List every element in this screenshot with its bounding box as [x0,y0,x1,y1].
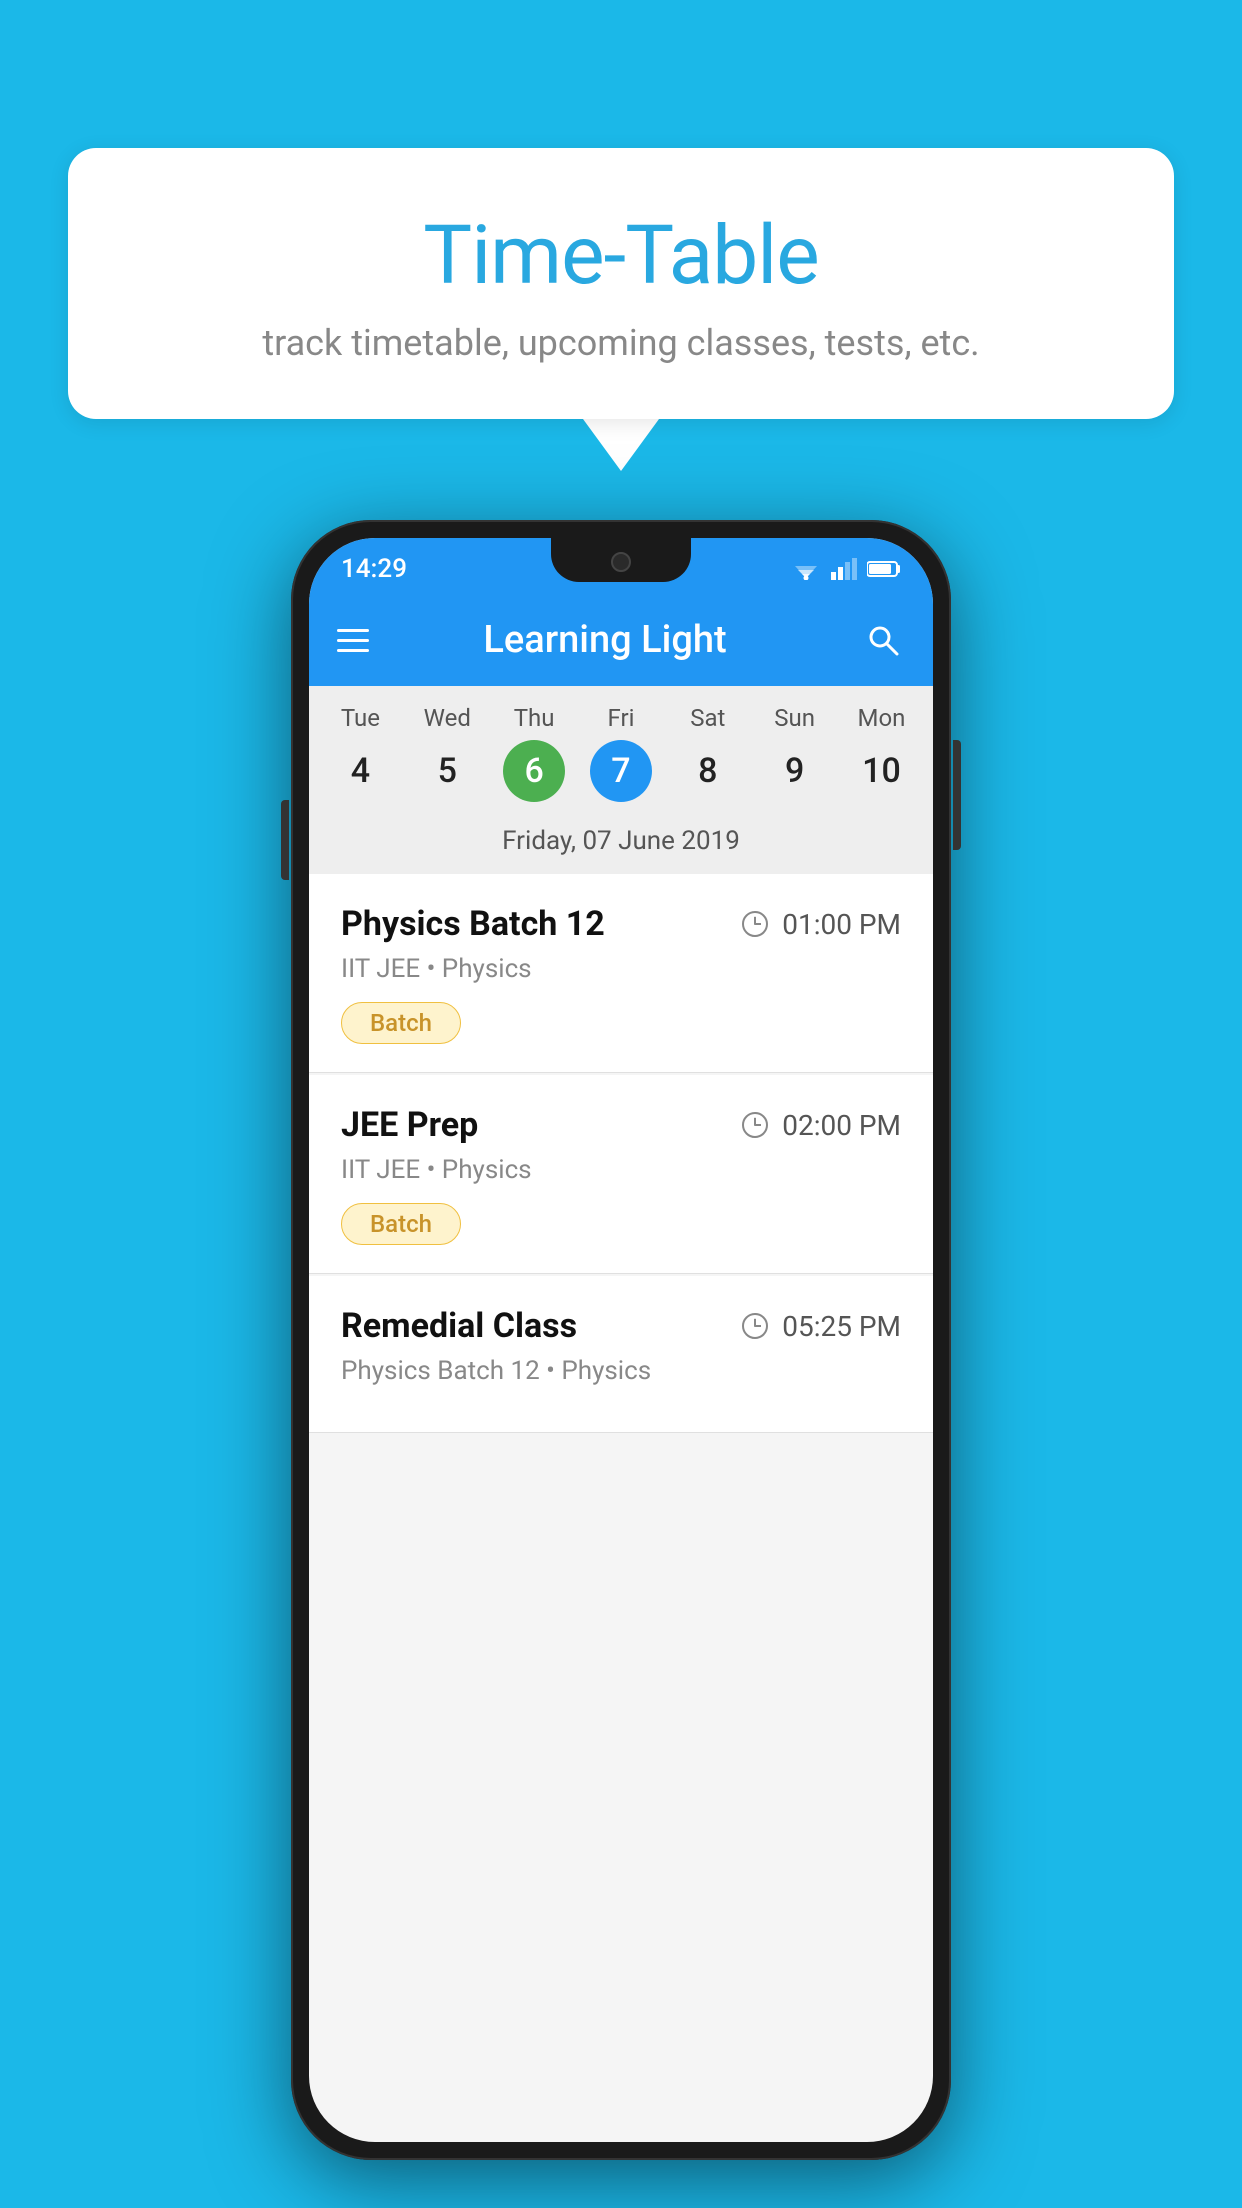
schedule-item-title: Remedial Class [341,1306,577,1346]
phone-notch [551,538,691,582]
speech-bubble-subtitle: track timetable, upcoming classes, tests… [108,322,1134,364]
calendar-day-col[interactable]: Thu 6 [494,704,574,802]
calendar-day-col[interactable]: Fri 7 [581,704,661,802]
schedule-item-title: JEE Prep [341,1105,478,1145]
phone-mockup: 14:29 [291,520,951,2160]
speech-bubble-arrow [583,419,659,471]
calendar-day-col[interactable]: Mon 10 [841,704,921,802]
day-label: Fri [607,704,634,732]
clock-icon [742,1112,768,1138]
signal-icon [831,558,857,580]
calendar-day-col[interactable]: Sun 9 [755,704,835,802]
app-bar: Learning Light [309,594,933,686]
speech-bubble-section: Time-Table track timetable, upcoming cla… [68,148,1174,471]
day-number[interactable]: 7 [590,740,652,802]
day-label: Sat [690,704,725,732]
calendar-day-col[interactable]: Wed 5 [407,704,487,802]
status-icons [791,558,901,580]
phone-screen: 14:29 [309,538,933,2142]
day-label: Tue [341,704,380,732]
schedule-item-title: Physics Batch 12 [341,904,605,944]
search-icon [865,622,901,658]
menu-button[interactable] [337,629,369,652]
day-label: Wed [424,704,471,732]
schedule-item-header: Physics Batch 12 01:00 PM [341,904,901,944]
calendar-date-label: Friday, 07 June 2019 [309,814,933,874]
day-label: Mon [858,704,906,732]
schedule-item[interactable]: JEE Prep 02:00 PM IIT JEE • Physics Batch [309,1075,933,1274]
time-text: 01:00 PM [782,908,901,941]
speech-bubble-card: Time-Table track timetable, upcoming cla… [68,148,1174,419]
day-number[interactable]: 10 [850,740,912,802]
schedule-item-subtitle: Physics Batch 12 • Physics [341,1356,901,1386]
hamburger-line-3 [337,649,369,652]
day-label: Thu [514,704,555,732]
clock-icon [742,1313,768,1339]
schedule-item-time: 01:00 PM [742,908,901,941]
schedule-item[interactable]: Remedial Class 05:25 PM Physics Batch 12 •… [309,1276,933,1433]
hamburger-line-1 [337,629,369,632]
time-text: 05:25 PM [782,1310,901,1343]
clock-icon [742,911,768,937]
phone-outer-frame: 14:29 [291,520,951,2160]
day-label: Sun [774,704,815,732]
day-number[interactable]: 4 [329,740,391,802]
schedule-item[interactable]: Physics Batch 12 01:00 PM IIT JEE • Physic… [309,874,933,1073]
schedule-list: Physics Batch 12 01:00 PM IIT JEE • Physic… [309,874,933,1435]
speech-bubble-title: Time-Table [108,208,1134,304]
calendar-day-col[interactable]: Tue 4 [320,704,400,802]
calendar-day-col[interactable]: Sat 8 [668,704,748,802]
day-number[interactable]: 8 [677,740,739,802]
batch-tag: Batch [341,1203,461,1245]
schedule-item-time: 02:00 PM [742,1109,901,1142]
front-camera [611,552,631,572]
app-bar-title: Learning Light [373,618,837,662]
time-text: 02:00 PM [782,1109,901,1142]
wifi-icon [791,558,821,580]
day-number[interactable]: 9 [764,740,826,802]
schedule-item-header: JEE Prep 02:00 PM [341,1105,901,1145]
schedule-item-subtitle: IIT JEE • Physics [341,954,901,984]
schedule-item-header: Remedial Class 05:25 PM [341,1306,901,1346]
search-button[interactable] [861,618,905,662]
calendar-strip: Tue 4 Wed 5 Thu 6 Fri 7 Sat 8 Sun 9 Mon 10 Friday, 07… [309,686,933,874]
day-number[interactable]: 5 [416,740,478,802]
battery-icon [867,560,901,578]
schedule-item-time: 05:25 PM [742,1310,901,1343]
calendar-days-row: Tue 4 Wed 5 Thu 6 Fri 7 Sat 8 Sun 9 Mon 10 [309,704,933,802]
status-time: 14:29 [341,554,407,584]
day-number[interactable]: 6 [503,740,565,802]
batch-tag: Batch [341,1002,461,1044]
schedule-item-subtitle: IIT JEE • Physics [341,1155,901,1185]
hamburger-line-2 [337,639,369,642]
